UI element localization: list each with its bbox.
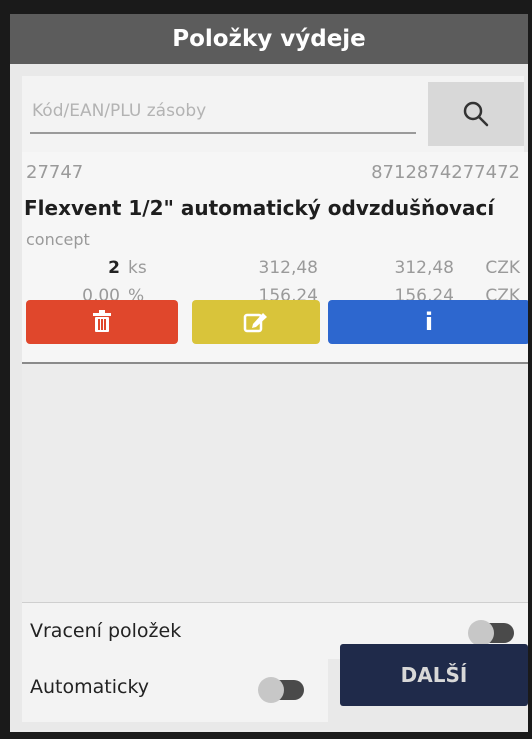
item-ean: 8712874277472 (371, 162, 520, 183)
items-list-empty-area (22, 364, 528, 604)
edit-icon (243, 313, 267, 333)
info-button[interactable]: i (328, 300, 528, 344)
item-total-price: 312,48 (394, 258, 454, 278)
delete-button[interactable] (26, 300, 178, 344)
automatic-toggle[interactable] (258, 677, 304, 703)
search-icon (463, 101, 489, 127)
search-row (22, 76, 524, 152)
app-screen: Položky výdeje 27747 8712874277472 Flexv… (10, 14, 528, 732)
automatic-toggle-knob (258, 677, 284, 703)
search-input[interactable] (30, 90, 416, 134)
returns-toggle-knob (468, 620, 494, 646)
page-title: Položky výdeje (172, 26, 366, 52)
item-quantity: 2 (108, 258, 120, 278)
title-bar: Položky výdeje (10, 14, 528, 64)
returns-toggle[interactable] (468, 620, 514, 646)
next-button[interactable]: DALŠÍ (340, 644, 528, 706)
search-button[interactable] (428, 82, 524, 146)
item-unit: ks (128, 258, 147, 278)
returns-label: Vracení položek (30, 620, 182, 642)
edit-button[interactable] (192, 300, 320, 344)
item-name: Flexvent 1/2" automatický odvzdušňovací (24, 196, 495, 220)
automatic-row: Automaticky (22, 644, 328, 722)
automatic-label: Automaticky (30, 676, 150, 698)
info-icon: i (424, 308, 434, 336)
item-actions: i (22, 300, 528, 344)
next-button-label: DALŠÍ (400, 663, 468, 687)
item-unit-price: 312,48 (258, 258, 318, 278)
item-description: concept (26, 230, 90, 249)
trash-icon (93, 310, 111, 332)
item-currency: CZK (485, 258, 520, 278)
